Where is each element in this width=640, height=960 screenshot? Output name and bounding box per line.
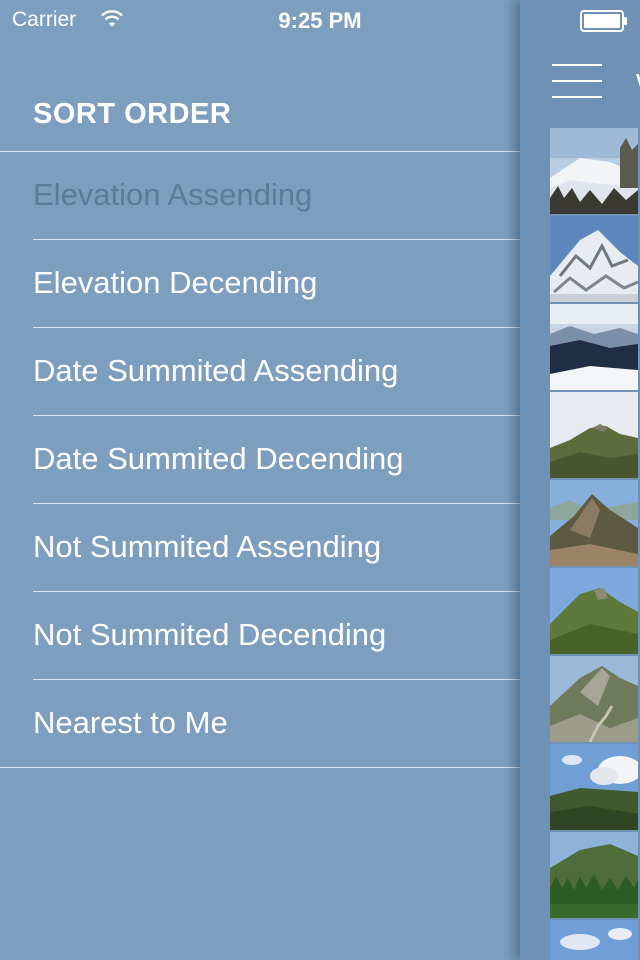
sort-option-nearest-to-me[interactable]: Nearest to Me [0, 680, 520, 768]
sort-option-label: Date Summited Decending [33, 441, 404, 476]
sort-option-label: Elevation Decending [33, 265, 318, 300]
sort-option-elevation-ascending[interactable]: Elevation Assending [0, 152, 520, 240]
app-screen: SORT ORDER Elevation Assending Elevation… [0, 0, 640, 960]
sort-option-date-summited-ascending[interactable]: Date Summited Assending [0, 328, 520, 416]
sort-option-date-summited-descending[interactable]: Date Summited Decending [0, 416, 520, 504]
mountain-photo-icon[interactable] [550, 216, 638, 302]
mountain-thumbnail-list [550, 128, 640, 960]
mountain-photo-icon[interactable] [550, 832, 638, 918]
sort-option-label: Not Summited Assending [33, 529, 382, 564]
sort-option-label: Nearest to Me [33, 705, 228, 740]
sort-option-elevation-descending[interactable]: Elevation Decending [0, 240, 520, 328]
sort-option-label: Elevation Assending [33, 177, 313, 212]
battery-icon [580, 10, 627, 32]
sort-options-list: Elevation Assending Elevation Decending … [0, 152, 520, 768]
mountain-photo-icon[interactable] [550, 920, 638, 960]
sort-option-not-summited-ascending[interactable]: Not Summited Assending [0, 504, 520, 592]
divider [0, 767, 520, 768]
mountain-photo-icon[interactable] [550, 304, 638, 390]
sort-option-not-summited-descending[interactable]: Not Summited Decending [0, 592, 520, 680]
main-content-panel[interactable]: W [520, 0, 640, 960]
sort-option-label: Not Summited Decending [33, 617, 387, 652]
mountain-photo-icon[interactable] [550, 128, 638, 214]
menu-header: SORT ORDER [33, 98, 232, 130]
sort-option-label: Date Summited Assending [33, 353, 399, 388]
nav-title: W [636, 68, 640, 100]
status-bar: Carrier 9:25 PM [0, 0, 640, 40]
mountain-photo-icon[interactable] [550, 392, 638, 478]
sort-order-menu: SORT ORDER Elevation Assending Elevation… [0, 0, 520, 960]
mountain-photo-icon[interactable] [550, 568, 638, 654]
mountain-photo-icon[interactable] [550, 656, 638, 742]
status-time: 9:25 PM [278, 8, 362, 33]
mountain-photo-icon[interactable] [550, 480, 638, 566]
hamburger-menu-icon[interactable] [552, 64, 602, 98]
mountain-photo-icon[interactable] [550, 744, 638, 830]
